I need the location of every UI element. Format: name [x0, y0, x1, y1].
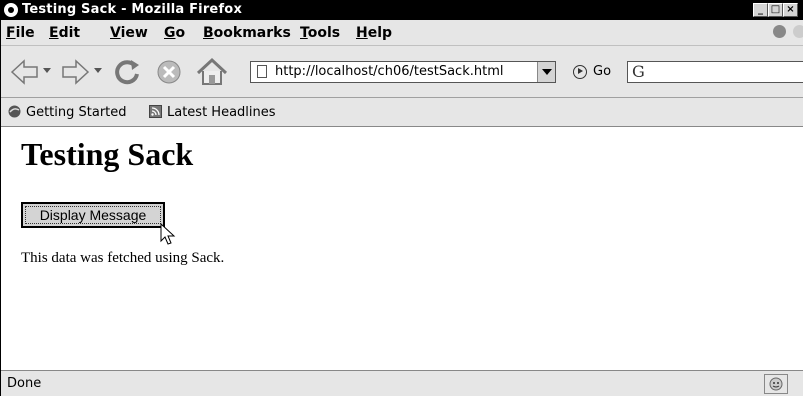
bookmark-getting-started-label: Getting Started: [26, 105, 127, 120]
fetched-data-text: This data was fetched using Sack.: [21, 250, 225, 266]
menu-file-label: ile: [15, 25, 35, 41]
bookmarks-toolbar: Getting Started Latest Headlines: [1, 98, 803, 127]
firefox-icon: [4, 3, 18, 17]
reload-icon[interactable]: [111, 56, 143, 88]
security-icon: [769, 377, 783, 391]
menu-bar: File Edit View Go Bookmarks Tools Help: [1, 20, 803, 46]
menu-help-accel: H: [356, 25, 368, 41]
activity-throbber-secondary-icon: [793, 25, 803, 38]
bookmark-latest-headlines-label: Latest Headlines: [167, 105, 276, 120]
browser-window: Testing Sack - Mozilla Firefox _ □ × Fil…: [0, 0, 803, 396]
close-button[interactable]: ×: [783, 3, 798, 17]
menu-edit-accel: E: [49, 25, 59, 41]
menu-view-accel: V: [110, 25, 121, 41]
rss-feed-icon: [149, 105, 162, 118]
menu-bookmarks-accel: B: [203, 25, 214, 41]
minimize-button[interactable]: _: [753, 3, 768, 17]
menu-tools-accel: T: [300, 25, 308, 41]
window-title: Testing Sack - Mozilla Firefox: [22, 2, 243, 17]
bookmark-getting-started[interactable]: Getting Started: [8, 105, 127, 120]
maximize-button[interactable]: □: [768, 3, 783, 17]
activity-throbber-icon: [773, 25, 786, 38]
menu-view[interactable]: View: [110, 25, 148, 41]
google-search-icon[interactable]: G: [632, 63, 650, 81]
forward-icon[interactable]: [59, 56, 91, 88]
title-bar: Testing Sack - Mozilla Firefox _ □ ×: [1, 0, 803, 20]
display-message-button-label: Display Message: [25, 206, 161, 224]
search-input[interactable]: G: [627, 61, 803, 83]
address-url: http://localhost/ch06/testSack.html: [275, 64, 504, 79]
menu-go-accel: G: [164, 25, 176, 41]
address-bar[interactable]: http://localhost/ch06/testSack.html: [250, 61, 556, 83]
status-bar: Done: [1, 370, 803, 396]
page-heading: Testing Sack: [21, 136, 194, 172]
menu-tools-label: ools: [307, 25, 341, 41]
back-dropdown-icon[interactable]: [43, 66, 51, 74]
menu-file[interactable]: File: [6, 25, 35, 41]
getting-started-icon: [8, 105, 21, 118]
menu-view-label: iew: [120, 25, 148, 41]
navigation-toolbar: http://localhost/ch06/testSack.html Go G: [1, 46, 803, 98]
page-icon: [257, 65, 267, 78]
stop-icon[interactable]: [153, 56, 185, 88]
mouse-cursor-icon: [160, 223, 176, 245]
home-icon[interactable]: [195, 56, 229, 88]
menu-tools[interactable]: Tools: [300, 25, 340, 41]
address-dropdown-button[interactable]: [537, 62, 555, 82]
menu-bookmarks-label: ookmarks: [213, 25, 291, 41]
bookmark-latest-headlines[interactable]: Latest Headlines: [149, 105, 276, 120]
page-content: Testing Sack Display Message This data w…: [2, 127, 803, 370]
security-status[interactable]: [764, 374, 788, 394]
menu-help[interactable]: Help: [356, 25, 392, 41]
menu-bookmarks[interactable]: Bookmarks: [203, 25, 291, 41]
go-button-label[interactable]: Go: [593, 64, 611, 79]
status-text: Done: [7, 376, 42, 391]
menu-edit[interactable]: Edit: [49, 25, 80, 41]
forward-dropdown-icon[interactable]: [94, 66, 102, 74]
display-message-button[interactable]: Display Message: [21, 202, 165, 228]
menu-help-label: elp: [367, 25, 393, 41]
menu-file-accel: F: [6, 25, 16, 41]
menu-edit-label: dit: [58, 25, 81, 41]
menu-go[interactable]: Go: [164, 25, 185, 41]
menu-go-label: o: [175, 25, 186, 41]
go-icon[interactable]: [573, 65, 587, 79]
back-icon[interactable]: [9, 56, 41, 88]
